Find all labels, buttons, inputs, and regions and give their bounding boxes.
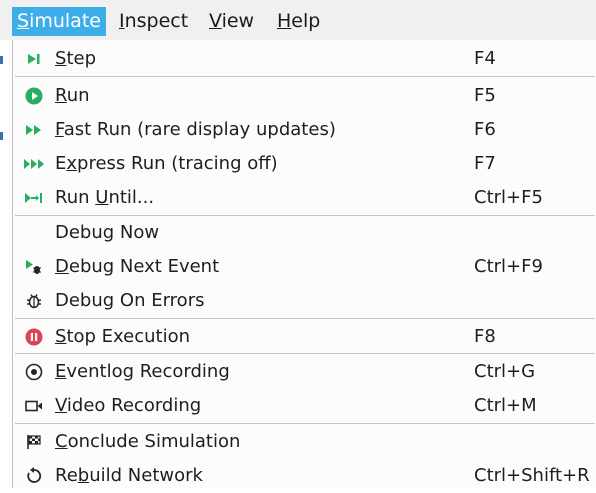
menu-simulate[interactable]: Simulate [12,7,106,36]
menu-item-debug-now[interactable]: Debug Now [13,216,596,250]
menu-separator [15,76,595,77]
menu-separator [15,318,595,319]
menu-separator [15,423,595,424]
run-icon [21,79,47,113]
menu-item-label: Eventlog Recording [55,361,230,382]
menu-item-shortcut: Ctrl+M [474,395,537,416]
menu-item-shortcut: Ctrl+F5 [474,187,543,208]
fast-run-icon [21,113,47,147]
debug-next-event-icon [21,250,47,284]
menu-item-label: Fast Run (rare display updates) [55,119,336,140]
record-icon [21,355,47,389]
edge-mark [0,132,3,140]
simulate-menu: Step F4 Run F5 Fast Run (rare display up… [12,40,596,488]
menu-item-shortcut: F5 [474,85,496,106]
menu-item-run[interactable]: Run F5 [13,79,596,113]
menu-item-label: Video Recording [55,395,202,416]
menu-item-label: Stop Execution [55,326,190,347]
edge-mark [0,56,3,64]
menu-item-step[interactable]: Step F4 [13,42,596,76]
menu-item-conclude-simulation[interactable]: Conclude Simulation [13,425,596,459]
menubar: Simulate Inspect View Help [0,0,596,40]
express-run-icon [21,147,47,181]
menu-help[interactable]: Help [273,7,324,36]
bug-icon [21,284,47,318]
menu-item-label: Debug Next Event [55,256,220,277]
step-icon [21,42,47,76]
menu-item-run-until[interactable]: Run Until... Ctrl+F5 [13,181,596,215]
menu-separator [15,353,595,354]
menu-item-label: Debug On Errors [55,290,205,311]
menu-item-stop-execution[interactable]: Stop Execution F8 [13,320,596,354]
menu-item-label: Step [55,48,96,69]
menu-view[interactable]: View [205,7,258,36]
menu-item-shortcut: F7 [474,153,496,174]
menu-item-express-run[interactable]: Express Run (tracing off) F7 [13,147,596,181]
run-until-icon [21,181,47,215]
menu-inspect[interactable]: Inspect [115,7,192,36]
menu-item-shortcut: F6 [474,119,496,140]
video-camera-icon [21,389,47,423]
stop-icon [21,320,47,354]
menu-item-shortcut: Ctrl+F9 [474,256,543,277]
menu-item-fast-run[interactable]: Fast Run (rare display updates) F6 [13,113,596,147]
menu-item-debug-next-event[interactable]: Debug Next Event Ctrl+F9 [13,250,596,284]
checkered-flag-icon [21,425,47,459]
menu-item-label: Debug Now [55,222,160,243]
menu-item-label: Conclude Simulation [55,431,241,452]
menu-item-label: Run Until... [55,187,155,208]
menu-item-debug-on-errors[interactable]: Debug On Errors [13,284,596,318]
menu-item-label: Run [55,85,90,106]
menu-item-label: Express Run (tracing off) [55,153,278,174]
menu-item-shortcut: Ctrl+G [474,361,536,382]
background-window-edge [0,40,12,488]
menu-item-eventlog-recording[interactable]: Eventlog Recording Ctrl+G [13,355,596,389]
menu-item-shortcut: F8 [474,326,496,347]
menu-item-video-recording[interactable]: Video Recording Ctrl+M [13,389,596,423]
menu-item-shortcut: F4 [474,48,496,69]
